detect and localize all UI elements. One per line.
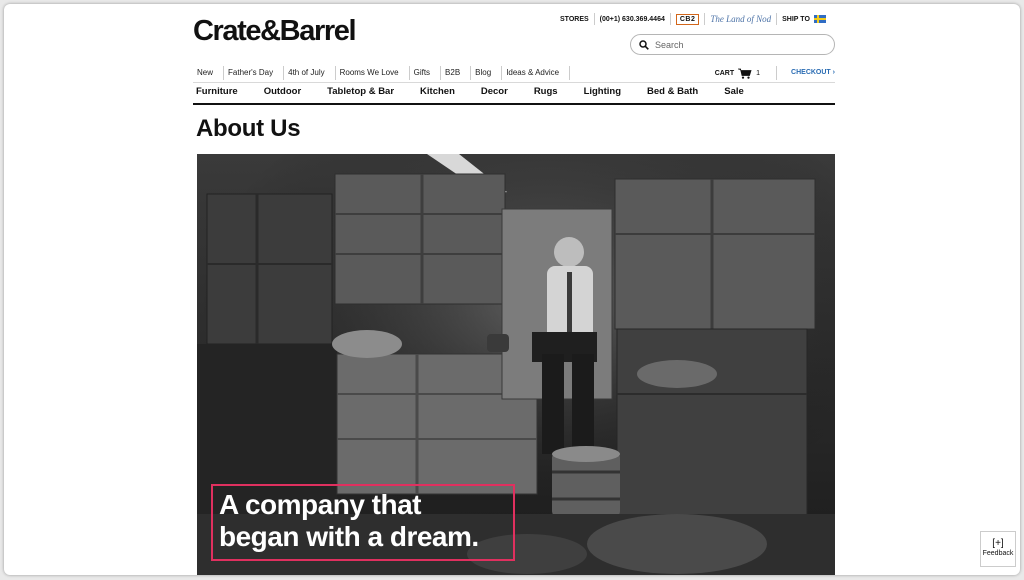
hero-image: A company that began with a dream. — [197, 154, 835, 575]
subnav-item-new[interactable]: New — [193, 66, 225, 80]
main-nav: Furniture Outdoor Tabletop & Bar Kitchen… — [193, 86, 767, 97]
search-input[interactable] — [655, 39, 825, 50]
secondary-nav: New Father's Day 4th of July Rooms We Lo… — [193, 65, 835, 81]
checkout-link[interactable]: CHECKOUT › — [776, 66, 835, 80]
brand-logo[interactable]: Crate&Barrel — [193, 15, 357, 48]
nav-item-kitchen[interactable]: Kitchen — [417, 86, 455, 97]
subnav-item-blog[interactable]: Blog — [471, 66, 503, 80]
divider — [593, 13, 595, 25]
subnav-item-ideas-advice[interactable]: Ideas & Advice — [502, 66, 571, 80]
search-box[interactable] — [630, 34, 835, 55]
subnav-item-fathers-day[interactable]: Father's Day — [224, 66, 285, 80]
subnav-item-rooms-we-love[interactable]: Rooms We Love — [336, 66, 410, 80]
feedback-label: Feedback — [982, 550, 1014, 557]
hero-caption: A company that began with a dream. — [211, 484, 515, 561]
ship-to-label[interactable]: SHIP TO — [782, 16, 810, 23]
nav-item-bed-bath[interactable]: Bed & Bath — [644, 86, 698, 97]
cart-count: 1 — [756, 69, 761, 77]
cart-area: CART 1 CHECKOUT › — [715, 66, 835, 80]
browser-page: Crate&Barrel STORES (00+1) 630.369.4464 … — [4, 4, 1020, 575]
subnav-item-b2b[interactable]: B2B — [441, 66, 472, 80]
nav-item-lighting[interactable]: Lighting — [581, 86, 621, 97]
cart-link[interactable]: CART — [715, 70, 734, 77]
divider — [704, 13, 706, 25]
phone-number: (00+1) 630.369.4464 — [599, 15, 665, 23]
hero-caption-line-2: began with a dream. — [219, 521, 479, 552]
nav-item-rugs[interactable]: Rugs — [531, 86, 558, 97]
cart-icon[interactable] — [738, 68, 752, 79]
land-of-nod-link[interactable]: The Land of Nod — [710, 14, 771, 24]
stores-link[interactable]: STORES — [560, 16, 589, 23]
nav-item-decor[interactable]: Decor — [478, 86, 508, 97]
nav-item-sale[interactable]: Sale — [721, 86, 744, 97]
feedback-button[interactable]: [+] Feedback — [980, 531, 1016, 567]
subnav-item-4th-of-july[interactable]: 4th of July — [284, 66, 336, 80]
search-icon — [639, 39, 649, 50]
utility-bar: STORES (00+1) 630.369.4464 CB2 The Land … — [560, 12, 826, 26]
divider — [669, 13, 671, 25]
hero-caption-line-1: A company that — [219, 489, 422, 520]
cb2-link[interactable]: CB2 — [675, 13, 700, 25]
divider — [193, 82, 835, 83]
nav-item-outdoor[interactable]: Outdoor — [261, 86, 301, 97]
nav-underline — [193, 103, 835, 105]
subnav-item-gifts[interactable]: Gifts — [410, 66, 442, 80]
divider — [776, 13, 778, 25]
nav-item-furniture[interactable]: Furniture — [193, 86, 238, 97]
page-title: About Us — [196, 115, 301, 142]
feedback-plus-icon: [+] — [992, 538, 1004, 549]
nav-item-tabletop-bar[interactable]: Tabletop & Bar — [324, 86, 394, 97]
sweden-flag-icon[interactable] — [813, 15, 826, 23]
